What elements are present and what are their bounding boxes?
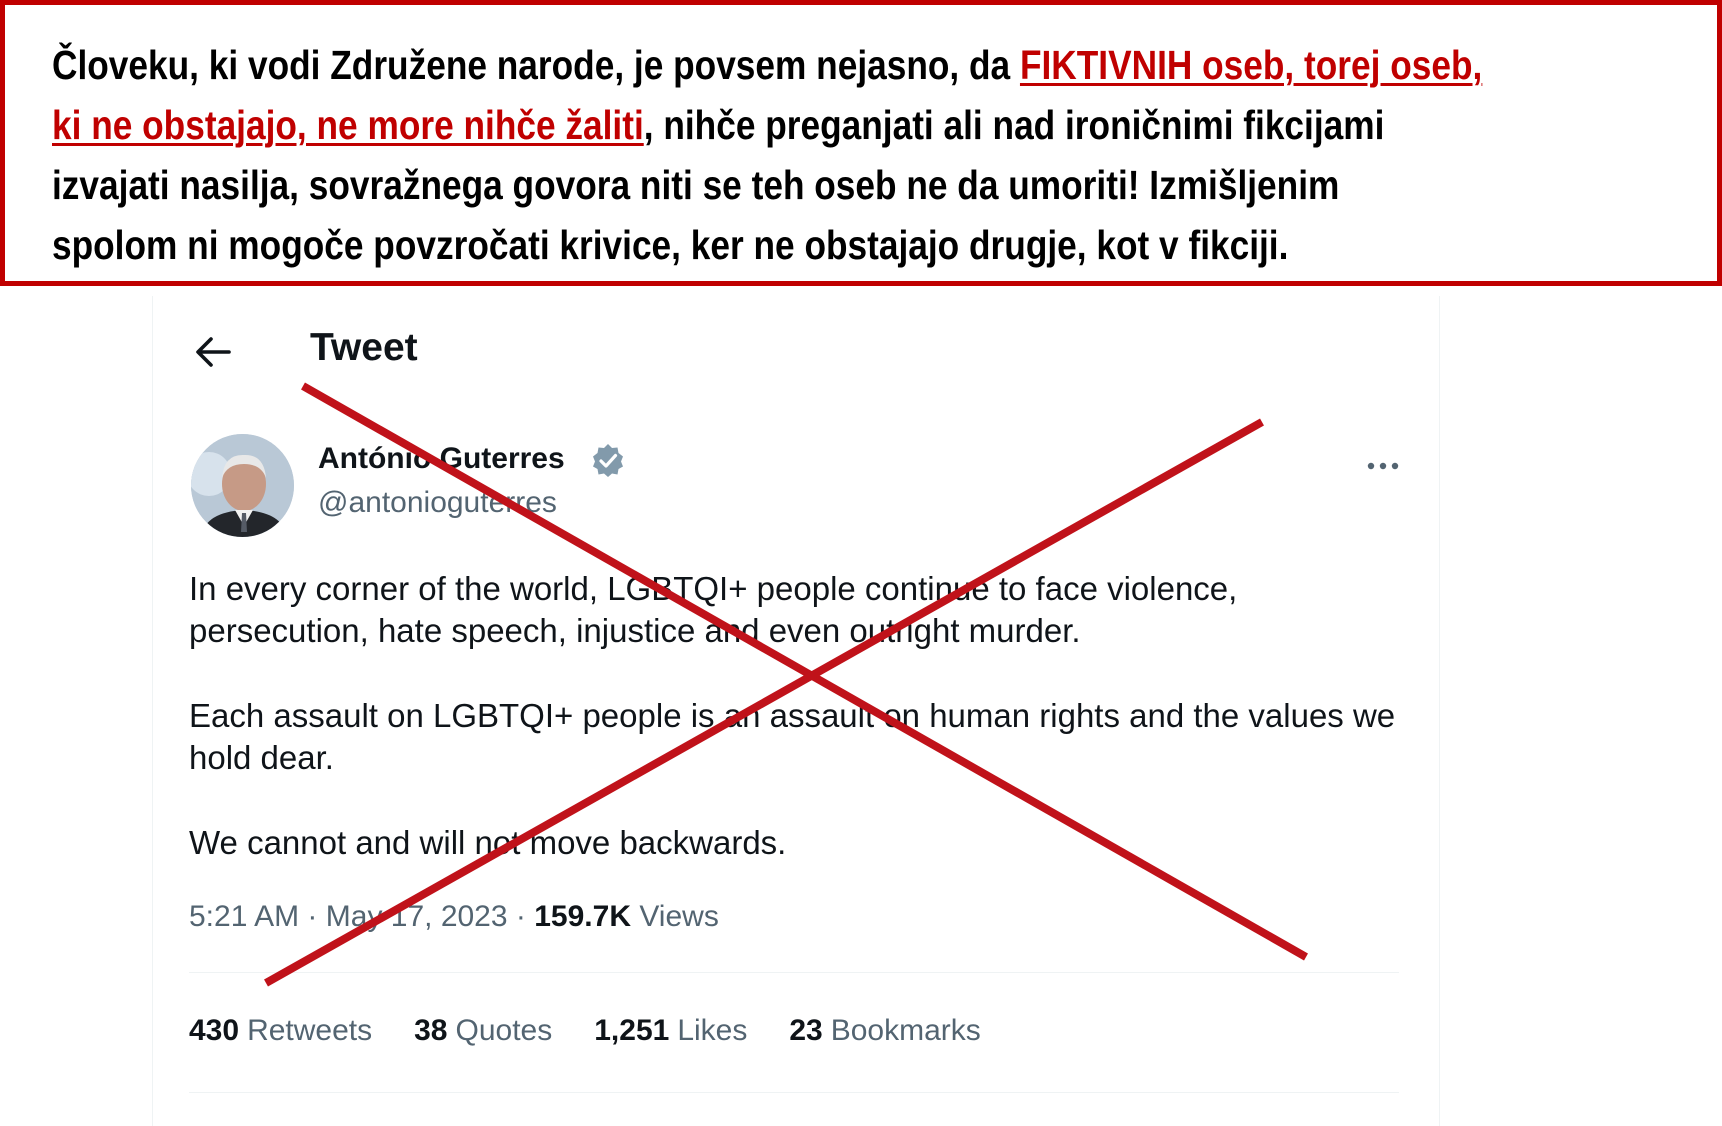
tweet-card: Tweet António Guterres @antonioguterres …	[152, 296, 1440, 1126]
caption-text: Človeku, ki vodi Združene narode, je pov…	[52, 35, 1482, 275]
tweet-text: In every corner of the world, LGBTQI+ pe…	[189, 568, 1399, 864]
verified-badge-icon	[593, 444, 623, 477]
caption-line-1: Človeku, ki vodi Združene narode, je pov…	[52, 35, 1482, 95]
separator: ·	[515, 900, 526, 933]
stat-count: 38	[414, 1014, 448, 1047]
caption-line-4: spolom ni mogoče povzročati krivice, ker…	[52, 222, 1289, 268]
page-title: Tweet	[310, 326, 418, 369]
engagement-stats: 430 Retweets 38 Quotes 1,251 Likes 23 Bookma…	[189, 1014, 981, 1048]
author-name[interactable]: António Guterres	[318, 442, 565, 476]
stat-label: Likes	[677, 1014, 748, 1047]
caption-banner: Človeku, ki vodi Združene narode, je pov…	[0, 0, 1722, 286]
divider	[189, 1092, 1399, 1093]
quotes-stat[interactable]: 38 Quotes	[414, 1014, 552, 1048]
stat-label: Quotes	[455, 1014, 553, 1047]
more-options-icon[interactable]	[1363, 454, 1403, 478]
views-label: Views	[639, 900, 719, 933]
likes-stat[interactable]: 1,251 Likes	[594, 1014, 747, 1048]
caption-line-3: izvajati nasilja, sovražnega govora niti…	[52, 162, 1340, 208]
caption-part-2: , nihče preganjati ali nad ironičnimi fi…	[643, 102, 1385, 148]
avatar[interactable]	[191, 434, 294, 537]
stat-label: Bookmarks	[830, 1014, 981, 1047]
caption-highlight-1: FIKTIVNIH oseb, torej oseb,	[1019, 42, 1483, 88]
caption-part-1: Človeku, ki vodi Združene narode, je pov…	[52, 42, 1020, 88]
stat-count: 23	[789, 1014, 823, 1047]
stat-count: 430	[189, 1014, 240, 1047]
author-handle[interactable]: @antonioguterres	[318, 486, 557, 520]
stat-label: Retweets	[247, 1014, 373, 1047]
stat-count: 1,251	[594, 1014, 670, 1047]
tweet-paragraph: We cannot and will not move backwards.	[189, 824, 787, 861]
tweet-date[interactable]: May 17, 2023	[326, 900, 508, 933]
tweet-header: Tweet	[153, 296, 1439, 406]
retweets-stat[interactable]: 430 Retweets	[189, 1014, 372, 1048]
divider	[189, 972, 1399, 973]
tweet-metadata: 5:21 AM · May 17, 2023 · 159.7K Views	[189, 900, 719, 934]
caption-line-2: ki ne obstajajo, ne more nihče žaliti, n…	[52, 95, 1462, 155]
avatar-portrait-icon	[191, 434, 294, 537]
bookmarks-stat[interactable]: 23 Bookmarks	[789, 1014, 980, 1048]
views-count: 159.7K	[534, 900, 631, 933]
separator: ·	[307, 900, 318, 933]
tweet-time[interactable]: 5:21 AM	[189, 900, 299, 933]
tweet-paragraph: Each assault on LGBTQI+ people is an ass…	[189, 697, 1396, 776]
arrow-left-icon[interactable]	[193, 334, 233, 370]
tweet-paragraph: In every corner of the world, LGBTQI+ pe…	[189, 570, 1238, 649]
caption-highlight-2: ki ne obstajajo, ne more nihče žaliti	[52, 102, 644, 148]
